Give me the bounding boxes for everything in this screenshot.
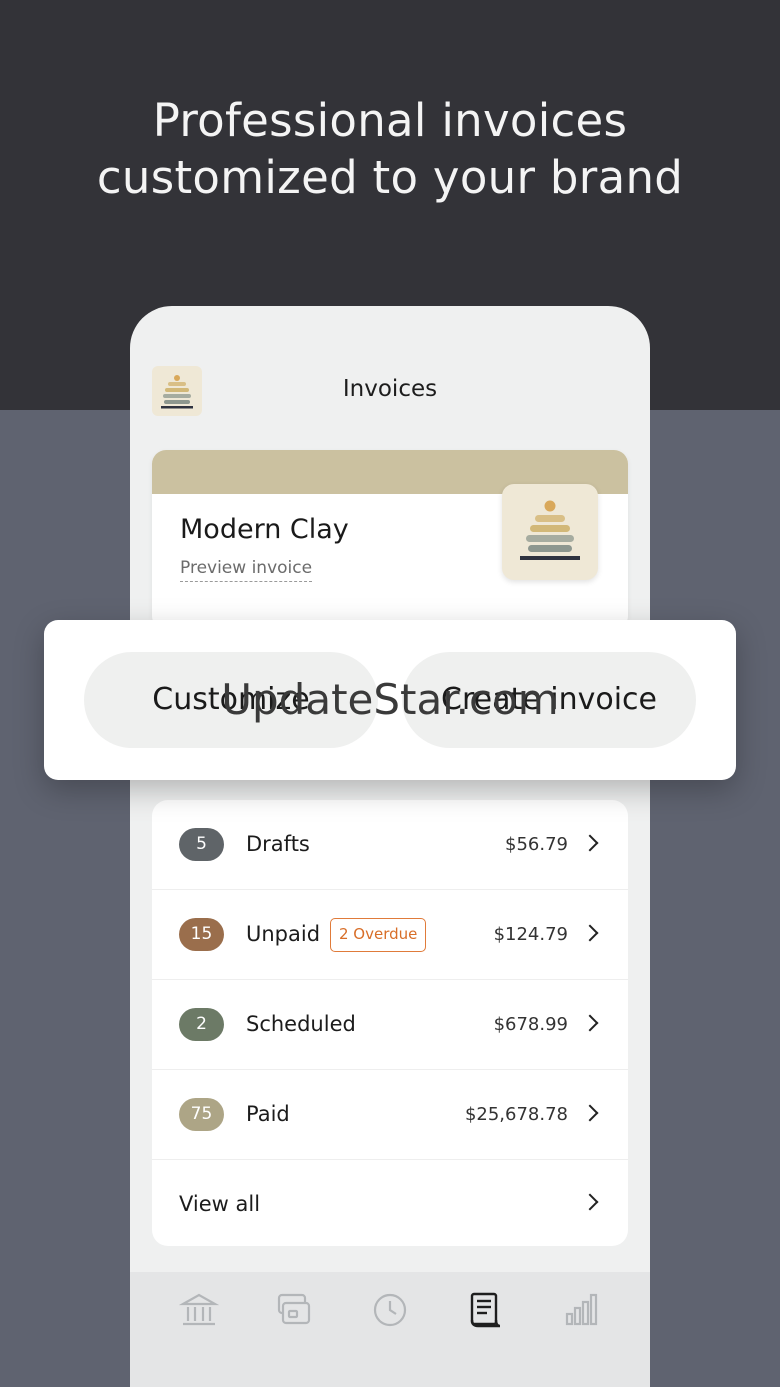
- status-row-unpaid[interactable]: 15 Unpaid 2 Overdue $124.79: [152, 890, 628, 980]
- status-amount: $124.79: [493, 924, 568, 945]
- clock-icon[interactable]: [370, 1290, 410, 1330]
- brand-name: Modern Clay: [180, 514, 349, 545]
- status-label: Unpaid: [246, 922, 321, 946]
- chevron-right-icon: [581, 1193, 599, 1211]
- status-label: Paid: [246, 1102, 290, 1126]
- brand-card: Modern Clay Preview invoice: [152, 450, 628, 630]
- chevron-right-icon: [581, 1014, 599, 1032]
- view-all-label: View all: [179, 1192, 261, 1216]
- status-row-scheduled[interactable]: 2 Scheduled $678.99: [152, 980, 628, 1070]
- headline-line-1: Professional invoices: [152, 94, 628, 147]
- chevron-right-icon: [581, 834, 599, 852]
- invoice-status-list: 5 Drafts $56.79 15 Unpaid 2 Overdue $124…: [152, 800, 628, 1246]
- status-label: Drafts: [246, 832, 310, 856]
- status-amount: $56.79: [505, 834, 568, 855]
- create-invoice-button[interactable]: Create invoice: [402, 652, 696, 748]
- phone-screen: Invoices Modern Clay Preview invoice 5 D…: [130, 306, 650, 1387]
- chevron-right-icon: [581, 924, 599, 942]
- count-badge: 5: [179, 828, 224, 861]
- page-title: Invoices: [342, 376, 438, 402]
- status-label: Scheduled: [246, 1012, 356, 1036]
- preview-invoice-link[interactable]: Preview invoice: [180, 558, 313, 582]
- chevron-right-icon: [581, 1104, 599, 1122]
- brand-logo-icon[interactable]: [502, 484, 598, 580]
- bottom-tab-bar: [130, 1272, 650, 1387]
- action-panel: Customize Create invoice UpdateStar.com: [44, 620, 736, 780]
- headline-line-2: customized to your brand: [96, 151, 684, 204]
- invoice-icon[interactable]: [465, 1290, 505, 1330]
- status-amount: $25,678.78: [464, 1104, 568, 1125]
- promo-headline: Professional invoices customized to your…: [0, 92, 780, 206]
- count-badge: 75: [179, 1098, 224, 1131]
- status-row-paid[interactable]: 75 Paid $25,678.78: [152, 1070, 628, 1160]
- bank-icon[interactable]: [178, 1290, 220, 1330]
- status-amount: $678.99: [493, 1014, 568, 1035]
- chart-icon[interactable]: [561, 1290, 601, 1330]
- status-row-drafts[interactable]: 5 Drafts $56.79: [152, 800, 628, 890]
- card-icon[interactable]: [274, 1290, 314, 1330]
- view-all-row[interactable]: View all: [152, 1160, 628, 1246]
- count-badge: 15: [179, 918, 224, 951]
- overdue-badge: 2 Overdue: [330, 918, 427, 952]
- customize-button[interactable]: Customize: [84, 652, 378, 748]
- count-badge: 2: [179, 1008, 224, 1041]
